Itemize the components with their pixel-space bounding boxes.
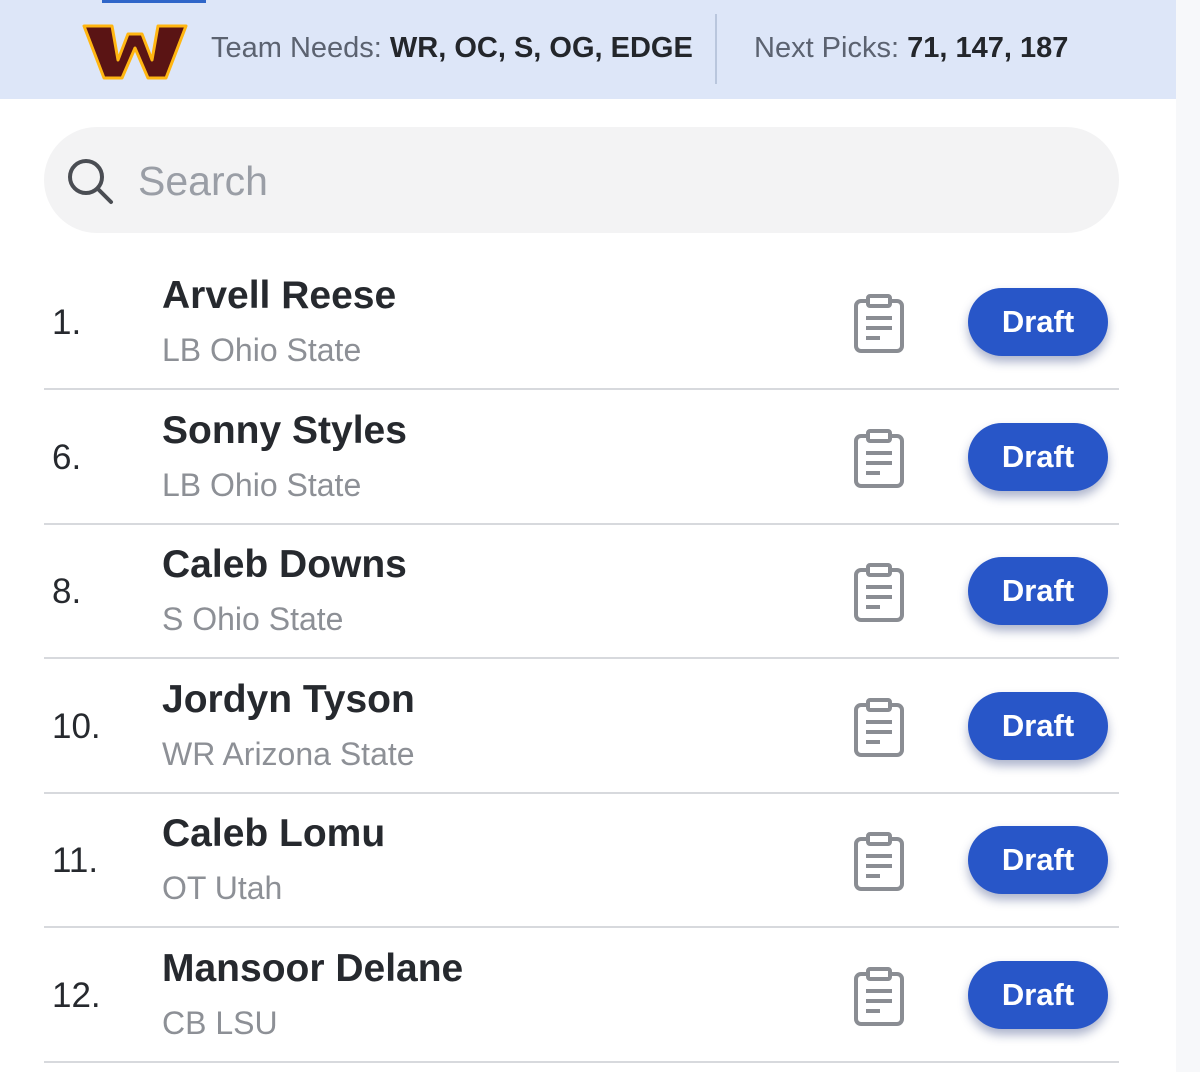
team-needs-label: Team Needs: — [211, 32, 382, 64]
player-row[interactable]: 11. Caleb Lomu OT Utah Draft — [44, 794, 1119, 929]
header-tab-accent — [102, 0, 206, 3]
player-position-school: LB Ohio State — [162, 466, 362, 503]
team-logo-icon — [82, 24, 188, 80]
player-rank: 10. — [52, 706, 101, 746]
team-header: Team Needs: WR, OC, S, OG, EDGE Next Pic… — [0, 0, 1176, 99]
clipboard-icon[interactable] — [852, 563, 906, 623]
scrollbar-track[interactable] — [1176, 0, 1200, 1072]
player-row[interactable]: 12. Mansoor Delane CB LSU Draft — [44, 929, 1119, 1063]
draft-button[interactable]: Draft — [968, 826, 1108, 895]
clipboard-icon[interactable] — [852, 967, 906, 1027]
draft-board-page: Team Needs: WR, OC, S, OG, EDGE Next Pic… — [0, 0, 1200, 1072]
player-position-school: OT Utah — [162, 870, 283, 907]
player-row[interactable]: 1. Arvell Reese LB Ohio State Draft — [44, 256, 1119, 390]
next-picks-label: Next Picks: — [754, 32, 900, 64]
player-rank: 6. — [52, 437, 82, 477]
draft-button[interactable]: Draft — [968, 691, 1108, 760]
next-picks-value: 71, 147, 187 — [907, 32, 1069, 64]
player-position-school: WR Arizona State — [162, 735, 415, 772]
draft-button[interactable]: Draft — [968, 288, 1108, 356]
team-needs-value: WR, OC, S, OG, EDGE — [389, 32, 693, 64]
player-row[interactable]: 8. Caleb Downs S Ohio State Draft — [44, 525, 1119, 660]
player-rank: 11. — [52, 841, 99, 881]
player-name[interactable]: Caleb Lomu — [162, 812, 385, 856]
draft-button[interactable]: Draft — [968, 961, 1108, 1029]
player-position-school: LB Ohio State — [162, 332, 362, 368]
player-rank: 1. — [52, 303, 82, 342]
search-input[interactable] — [138, 150, 1078, 212]
team-needs: Team Needs: WR, OC, S, OG, EDGE — [211, 32, 693, 65]
player-position-school: CB LSU — [162, 1005, 278, 1041]
player-row[interactable]: 10. Jordyn Tyson WR Arizona State Draft — [44, 660, 1119, 794]
player-rank: 8. — [52, 572, 82, 612]
player-name[interactable]: Arvell Reese — [162, 274, 396, 318]
draft-button[interactable]: Draft — [968, 422, 1108, 491]
clipboard-icon[interactable] — [852, 832, 906, 892]
header-divider — [715, 14, 717, 84]
player-name[interactable]: Sonny Styles — [162, 409, 407, 453]
draft-button[interactable]: Draft — [968, 557, 1108, 626]
clipboard-icon[interactable] — [852, 428, 906, 489]
player-name[interactable]: Mansoor Delane — [162, 947, 463, 991]
clipboard-icon[interactable] — [852, 697, 906, 758]
player-name[interactable]: Caleb Downs — [162, 543, 407, 587]
search-icon[interactable] — [64, 155, 116, 207]
clipboard-icon[interactable] — [852, 294, 906, 354]
player-name[interactable]: Jordyn Tyson — [162, 678, 415, 722]
player-position-school: S Ohio State — [162, 601, 344, 638]
next-picks: Next Picks: 71, 147, 187 — [754, 32, 1068, 65]
player-rank: 12. — [52, 976, 101, 1015]
player-row[interactable]: 6. Sonny Styles LB Ohio State Draft — [44, 391, 1119, 525]
